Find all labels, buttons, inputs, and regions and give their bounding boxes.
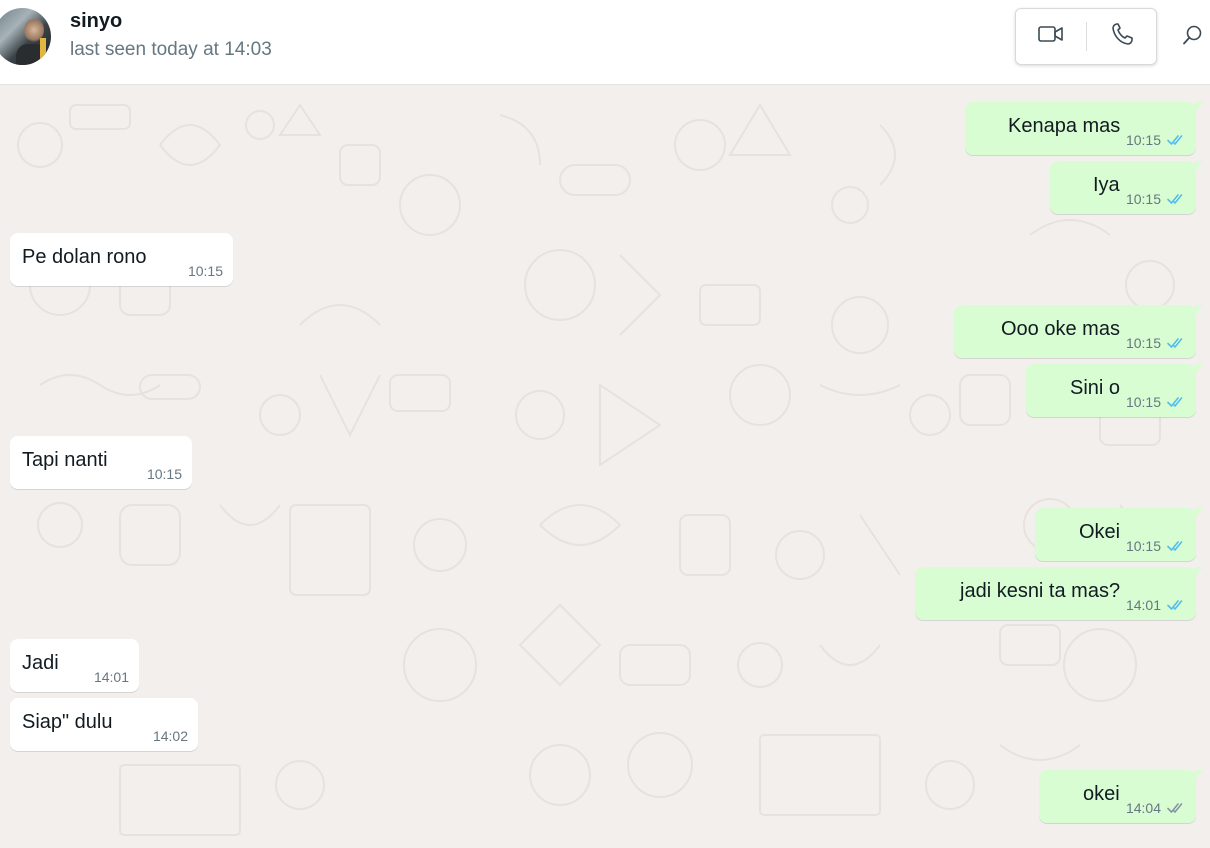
- read-receipt-icon: [1167, 337, 1186, 349]
- message-time: 10:15: [1125, 538, 1161, 554]
- message-text: Siap" dulu: [22, 711, 113, 733]
- call-buttons-group: [1015, 8, 1157, 65]
- avatar-stripe: [40, 38, 46, 64]
- outgoing-message[interactable]: okei 14:04: [1039, 770, 1203, 823]
- message-meta: 10:15: [1126, 335, 1186, 351]
- outgoing-message[interactable]: jadi kesni ta mas? 14:01: [915, 567, 1203, 620]
- message-meta: 10:15: [188, 263, 223, 279]
- message-time: 14:02: [152, 728, 188, 744]
- last-seen-status: last seen today at 14:03: [70, 39, 272, 60]
- incoming-message[interactable]: Jadi 14:01: [10, 639, 139, 692]
- outgoing-message[interactable]: Iya 10:15: [1050, 161, 1203, 214]
- message-text: Kenapa mas: [1008, 115, 1121, 137]
- message-meta: 10:15: [1126, 538, 1186, 554]
- outgoing-message[interactable]: Sini o 10:15: [1026, 364, 1203, 417]
- bubble-tail: [1195, 161, 1203, 171]
- message-meta: 10:15: [1126, 191, 1186, 207]
- bubble-tail: [1195, 305, 1203, 315]
- message-text: Tapi nanti: [22, 449, 108, 471]
- message-time: 10:15: [146, 466, 182, 482]
- message-text: Okei: [1079, 521, 1121, 543]
- message-meta: 14:02: [153, 728, 188, 744]
- message-time: 14:04: [1125, 800, 1161, 816]
- video-camera-icon: [1038, 24, 1064, 49]
- incoming-message[interactable]: Pe dolan rono 10:15: [10, 233, 233, 286]
- read-receipt-icon: [1167, 540, 1186, 552]
- message-time: 10:15: [187, 263, 223, 279]
- outgoing-message[interactable]: Ooo oke mas 10:15: [954, 305, 1203, 358]
- outgoing-message[interactable]: Kenapa mas 10:15: [965, 102, 1203, 155]
- message-meta: 14:01: [94, 669, 129, 685]
- message-text: Sini o: [1070, 377, 1121, 399]
- message-time: 10:15: [1125, 132, 1161, 148]
- voice-call-button[interactable]: [1087, 9, 1157, 64]
- message-text: Ooo oke mas: [1001, 318, 1120, 340]
- message-text: Pe dolan rono: [22, 246, 147, 268]
- outgoing-message[interactable]: Okei 10:15: [1035, 508, 1203, 561]
- search-button[interactable]: [1176, 20, 1210, 54]
- message-text: okei: [1083, 783, 1120, 805]
- read-receipt-icon: [1167, 599, 1186, 611]
- contact-name[interactable]: sinyo: [70, 10, 122, 33]
- message-meta: 14:04: [1126, 800, 1186, 816]
- message-text: jadi kesni ta mas?: [960, 580, 1121, 602]
- message-meta: 10:15: [1126, 394, 1186, 410]
- message-text: Jadi: [22, 652, 59, 674]
- read-receipt-icon: [1167, 396, 1186, 408]
- message-text: Iya: [1093, 174, 1120, 196]
- delivered-receipt-icon: [1167, 802, 1186, 814]
- bubble-tail: [1195, 364, 1203, 374]
- bubble-tail: [1195, 567, 1203, 577]
- search-icon: [1182, 24, 1204, 51]
- message-meta: 10:15: [147, 466, 182, 482]
- video-call-button[interactable]: [1016, 9, 1086, 64]
- phone-icon: [1111, 22, 1133, 51]
- bubble-tail: [1195, 508, 1203, 518]
- read-receipt-icon: [1167, 134, 1186, 146]
- incoming-message[interactable]: Siap" dulu 14:02: [10, 698, 198, 751]
- read-receipt-icon: [1167, 193, 1186, 205]
- message-time: 10:15: [1125, 335, 1161, 351]
- incoming-message[interactable]: Tapi nanti 10:15: [10, 436, 192, 489]
- message-time: 14:01: [1125, 597, 1161, 613]
- message-time: 14:01: [93, 669, 129, 685]
- bubble-tail: [1195, 102, 1203, 112]
- message-time: 10:15: [1125, 394, 1161, 410]
- chat-panel[interactable]: Kenapa mas 10:15 Iya 10:15 Pe dolan rono 10:1…: [0, 85, 1210, 848]
- bubble-tail: [1195, 770, 1203, 780]
- message-time: 10:15: [1125, 191, 1161, 207]
- message-meta: 10:15: [1126, 132, 1186, 148]
- message-meta: 14:01: [1126, 597, 1186, 613]
- contact-avatar[interactable]: [0, 8, 51, 65]
- chat-header: sinyo last seen today at 14:03: [0, 0, 1210, 85]
